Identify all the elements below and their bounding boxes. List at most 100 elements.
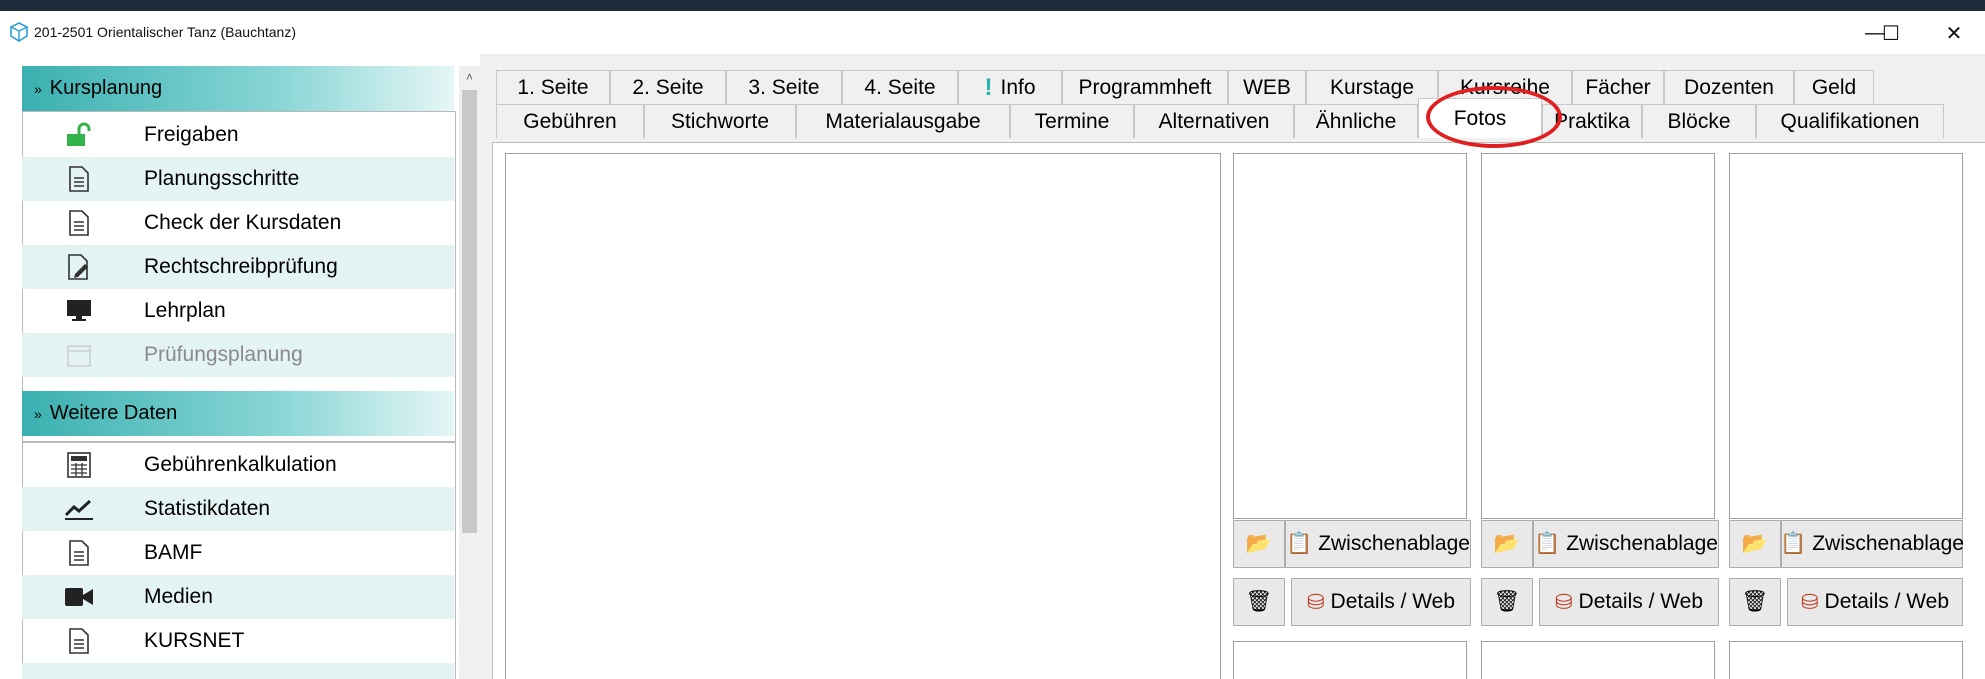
sidebar-item-statistikdaten[interactable]: Statistikdaten xyxy=(22,487,454,531)
photo-slot-5[interactable] xyxy=(1481,641,1715,679)
open-folder-button[interactable]: 📂 xyxy=(1729,520,1781,568)
sidebar-item-label: Lehrplan xyxy=(144,299,226,322)
sidebar-item-gebuehrenkalkulation[interactable]: Gebührenkalkulation xyxy=(22,443,454,487)
tab-label: Stichworte xyxy=(670,109,770,133)
delete-button[interactable]: 🗑 xyxy=(1729,578,1781,626)
sidebar-item-medien[interactable]: Medien xyxy=(22,575,454,619)
tab-alternativen[interactable]: Alternativen xyxy=(1134,104,1294,138)
tab-gebuehren[interactable]: Gebühren xyxy=(496,104,644,138)
section-header-weitere-daten[interactable]: » Weitere Daten xyxy=(22,391,454,436)
photo-slot-6[interactable] xyxy=(1729,641,1963,679)
tab-label: Praktika xyxy=(1554,109,1630,133)
delete-button[interactable]: 🗑 xyxy=(1481,578,1533,626)
database-icon: ⛁ xyxy=(1554,590,1573,614)
close-button[interactable]: ✕ xyxy=(1924,11,1984,55)
sidebar-item-label: Freigaben xyxy=(144,123,239,146)
photo-slot-4[interactable] xyxy=(1233,641,1467,679)
maximize-icon: ☐ xyxy=(1882,22,1900,45)
tab-1-seite[interactable]: 1. Seite xyxy=(496,70,610,104)
maximize-button[interactable]: ☐ xyxy=(1861,11,1921,55)
tab-stichworte[interactable]: Stichworte xyxy=(644,104,796,138)
open-folder-button[interactable]: 📂 xyxy=(1481,520,1533,568)
tab-label: Fächer xyxy=(1585,75,1651,99)
tab-geld[interactable]: Geld xyxy=(1794,70,1874,104)
scroll-up-icon[interactable]: ˄ xyxy=(459,66,480,88)
sidebar-item-label: Planungsschritte xyxy=(144,167,300,190)
tab-label: Geld xyxy=(1811,75,1857,99)
tab-materialausgabe[interactable]: Materialausgabe xyxy=(796,104,1010,138)
tab-fotos[interactable]: Fotos xyxy=(1418,98,1542,138)
sidebar-item-planungsschritte[interactable]: Planungsschritte xyxy=(22,157,454,201)
sidebar-scrollbar[interactable]: ˄ xyxy=(459,66,480,679)
clipboard-icon: 📋 xyxy=(1780,532,1807,555)
database-icon: ⛁ xyxy=(1800,590,1819,614)
sidebar-item-lehrplan[interactable]: Lehrplan xyxy=(22,289,454,333)
sidebar-item-rechtschreibpruefung[interactable]: Rechtschreibprüfung xyxy=(22,245,454,289)
tab-3-seite[interactable]: 3. Seite xyxy=(726,70,842,104)
tab-dozenten[interactable]: Dozenten xyxy=(1664,70,1794,104)
app-window: 201-2501 Orientalischer Tanz (Bauchtanz)… xyxy=(0,0,1985,679)
database-icon: ⛁ xyxy=(1306,590,1325,614)
sidebar-item-label: BAMF xyxy=(144,541,203,564)
sidebar-item-pruefungsplanung[interactable]: Prüfungsplanung xyxy=(22,333,454,377)
tab-info[interactable]: ! Info xyxy=(958,70,1062,104)
calculator-icon xyxy=(64,451,94,479)
clipboard-label: Zwischenablage xyxy=(1566,532,1718,555)
photo-slot-2[interactable] xyxy=(1481,153,1715,519)
tab-praktika[interactable]: Praktika xyxy=(1542,104,1642,138)
clipboard-button[interactable]: 📋 Zwischenablage xyxy=(1533,520,1719,568)
section-label: Kursplanung xyxy=(49,77,163,99)
clipboard-button[interactable]: 📋 Zwischenablage xyxy=(1285,520,1471,568)
section-header-kursplanung[interactable]: » Kursplanung xyxy=(22,66,454,111)
sidebar-item-check-der-kursdaten[interactable]: Check der Kursdaten xyxy=(22,201,454,245)
tab-label: Alternativen xyxy=(1158,109,1270,133)
delete-button[interactable]: 🗑 xyxy=(1233,578,1285,626)
tab-termine[interactable]: Termine xyxy=(1010,104,1134,138)
photo-slot-3[interactable] xyxy=(1729,153,1963,519)
tab-faecher[interactable]: Fächer xyxy=(1572,70,1664,104)
details-web-button[interactable]: ⛁ Details / Web xyxy=(1539,578,1719,626)
tab-4-seite[interactable]: 4. Seite xyxy=(842,70,958,104)
sidebar-item-freigaben[interactable]: Freigaben xyxy=(22,113,454,157)
tab-programmheft[interactable]: Programmheft xyxy=(1062,70,1228,104)
trash-icon: 🗑 xyxy=(1245,590,1273,613)
sidebar-item-label: Prüfungsplanung xyxy=(144,343,303,366)
photo-slot-1[interactable] xyxy=(1233,153,1467,519)
clipboard-label: Zwischenablage xyxy=(1812,532,1964,555)
tab-label: Qualifikationen xyxy=(1780,109,1920,133)
details-web-button[interactable]: ⛁ Details / Web xyxy=(1787,578,1963,626)
edit-document-icon xyxy=(64,253,94,281)
open-folder-button[interactable]: 📂 xyxy=(1233,520,1285,568)
tab-bloecke[interactable]: Blöcke xyxy=(1642,104,1756,138)
details-web-button[interactable]: ⛁ Details / Web xyxy=(1291,578,1471,626)
monitor-icon xyxy=(64,297,94,325)
main-photo-frame xyxy=(505,153,1221,679)
tab-qualifikationen[interactable]: Qualifikationen xyxy=(1756,104,1944,138)
tab-web[interactable]: WEB xyxy=(1228,70,1306,104)
document-icon xyxy=(64,627,94,655)
clipboard-icon: 📋 xyxy=(1534,532,1561,555)
sidebar-item-kursnet[interactable]: KURSNET xyxy=(22,619,454,663)
tab-label: Programmheft xyxy=(1078,75,1212,99)
window-top-edge xyxy=(0,0,1985,10)
document-icon xyxy=(64,165,94,193)
details-label: Details / Web xyxy=(1578,590,1704,613)
video-camera-icon xyxy=(64,583,94,611)
sidebar-item-bamf[interactable]: BAMF xyxy=(22,531,454,575)
section-label: Weitere Daten xyxy=(49,402,178,424)
tab-label: Kurstage xyxy=(1329,75,1415,99)
tab-label: 1. Seite xyxy=(517,75,589,99)
tab-label: Materialausgabe xyxy=(825,109,981,133)
sidebar-item-label: Check der Kursdaten xyxy=(144,211,342,234)
folder-open-icon: 📂 xyxy=(1245,532,1273,555)
details-label: Details / Web xyxy=(1330,590,1456,613)
chart-icon xyxy=(64,495,94,523)
exclamation-icon: ! xyxy=(984,73,993,101)
tab-label: 4. Seite xyxy=(864,75,936,99)
clipboard-button[interactable]: 📋 Zwischenablage xyxy=(1780,520,1964,568)
tab-2-seite[interactable]: 2. Seite xyxy=(610,70,726,104)
scrollbar-thumb[interactable] xyxy=(462,90,477,533)
document-icon xyxy=(64,209,94,237)
tab-aehnliche[interactable]: Ähnliche xyxy=(1294,104,1418,138)
tab-label: Info xyxy=(1000,75,1036,99)
